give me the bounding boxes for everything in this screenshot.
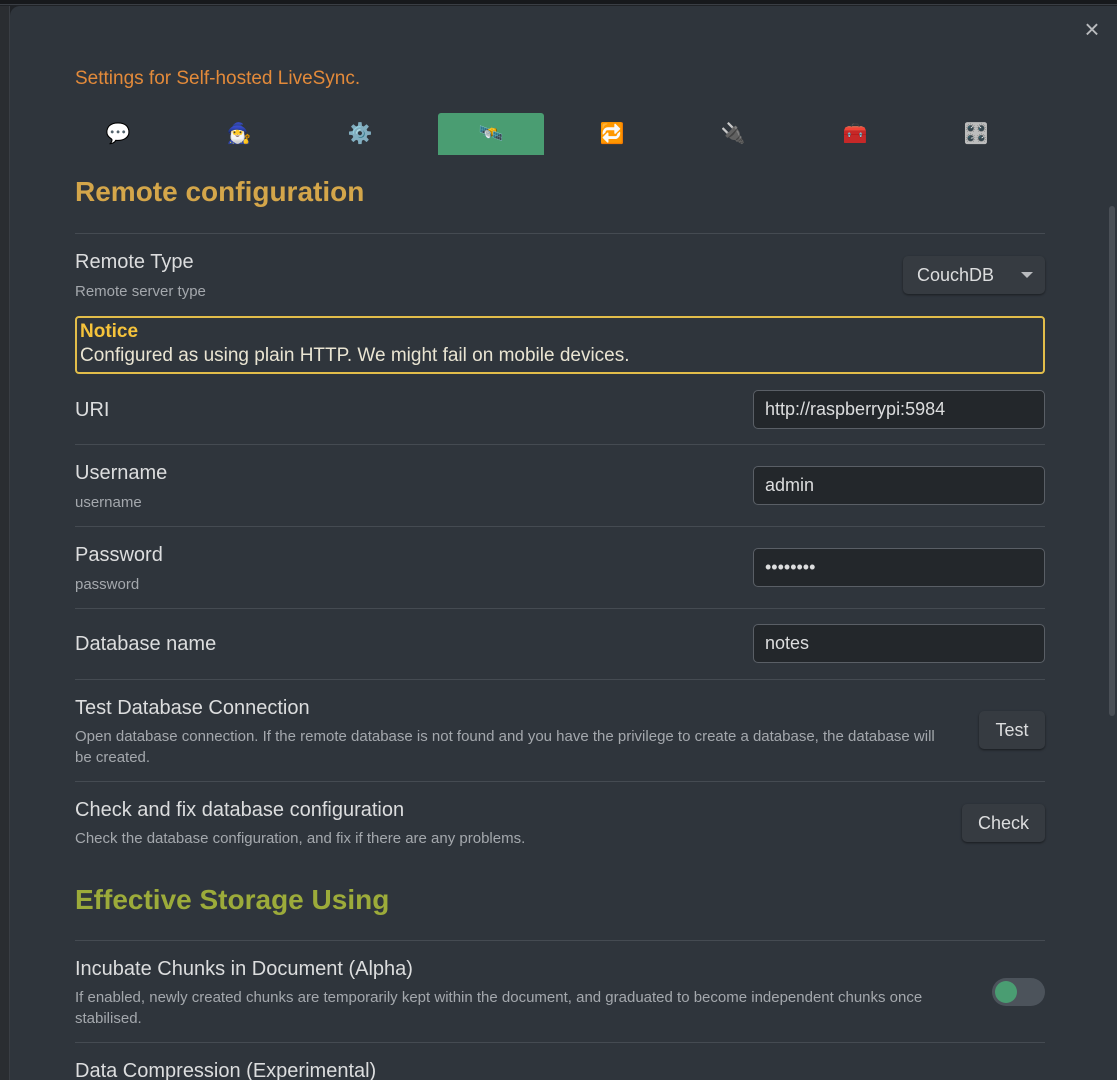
password-label: Password — [75, 544, 163, 566]
background-pane-edge — [0, 6, 10, 1080]
modal-scrollbar[interactable] — [1109, 206, 1115, 716]
remote-type-value: CouchDB — [917, 265, 995, 285]
notice-text: Configured as using plain HTTP. We might… — [80, 345, 630, 366]
tab-advanced[interactable]: 🎛️ — [923, 113, 1029, 155]
section-title-storage: Effective Storage Using — [75, 884, 390, 915]
check-button[interactable]: Check — [962, 804, 1045, 842]
uri-label: URI — [75, 399, 110, 421]
window-top-bar — [0, 0, 1117, 5]
test-connection-desc: Open database connection. If the remote … — [75, 728, 935, 766]
database-name-input[interactable]: notes — [753, 624, 1045, 663]
username-label: Username — [75, 462, 168, 484]
wizard-icon: 🧙‍♂️ — [226, 123, 252, 145]
check-config-desc: Check the database configuration, and fi… — [75, 830, 526, 847]
check-config-label: Check and fix database configuration — [75, 799, 405, 821]
data-compression-label: Data Compression (Experimental) — [75, 1060, 377, 1080]
toggle-knob — [995, 981, 1017, 1003]
speech-balloon-icon: 💬 — [105, 123, 131, 145]
tab-sync[interactable]: 🔁 — [559, 113, 665, 155]
remote-type-desc: Remote server type — [75, 283, 206, 300]
password-input[interactable]: •••••••• — [753, 548, 1045, 587]
test-button[interactable]: Test — [979, 711, 1045, 749]
tab-setup-wizard[interactable]: 🧙‍♂️ — [186, 113, 292, 155]
incubate-chunks-toggle[interactable] — [992, 978, 1045, 1006]
divider — [75, 608, 1045, 609]
divider — [75, 781, 1045, 782]
chevron-down-icon — [1021, 272, 1033, 278]
notice-title: Notice — [80, 321, 139, 342]
database-name-label: Database name — [75, 633, 217, 655]
divider — [75, 233, 1045, 234]
repeat-icon: 🔁 — [599, 123, 625, 145]
gear-icon: ⚙️ — [347, 123, 373, 145]
divider — [75, 940, 1045, 941]
divider — [75, 1042, 1045, 1043]
tab-plugins[interactable]: 🔌 — [680, 113, 786, 155]
divider — [75, 679, 1045, 680]
settings-tabs: 💬 🧙‍♂️ ⚙️ 🛰️ 🔁 🔌 🧰 🎛️ — [65, 113, 1045, 155]
remote-type-label: Remote Type — [75, 251, 194, 273]
tab-hatch[interactable]: 🧰 — [802, 113, 908, 155]
tab-general[interactable]: 💬 — [65, 113, 171, 155]
divider — [75, 444, 1045, 445]
incubate-chunks-desc: If enabled, newly created chunks are tem… — [75, 989, 923, 1027]
uri-input[interactable]: http://raspberrypi:5984 — [753, 390, 1045, 429]
incubate-chunks-label: Incubate Chunks in Document (Alpha) — [75, 958, 413, 980]
satellite-icon: 🛰️ — [478, 123, 504, 145]
test-connection-label: Test Database Connection — [75, 697, 310, 719]
plug-icon: 🔌 — [720, 123, 746, 145]
username-input[interactable]: admin — [753, 466, 1045, 505]
close-icon[interactable]: × — [1080, 16, 1104, 42]
section-title-remote: Remote configuration — [75, 176, 365, 207]
divider — [75, 526, 1045, 527]
http-notice: Notice Configured as using plain HTTP. W… — [75, 316, 1045, 374]
settings-modal: × Settings for Self-hosted LiveSync. 💬 🧙… — [10, 6, 1117, 1080]
control-knobs-icon: 🎛️ — [963, 123, 989, 145]
tab-settings[interactable]: ⚙️ — [307, 113, 413, 155]
remote-type-dropdown[interactable]: CouchDB — [903, 256, 1045, 294]
tab-remote[interactable]: 🛰️ — [438, 113, 544, 155]
modal-title: Settings for Self-hosted LiveSync. — [75, 68, 361, 89]
username-desc: username — [75, 494, 142, 511]
toolbox-icon: 🧰 — [842, 123, 868, 145]
password-desc: password — [75, 576, 140, 593]
